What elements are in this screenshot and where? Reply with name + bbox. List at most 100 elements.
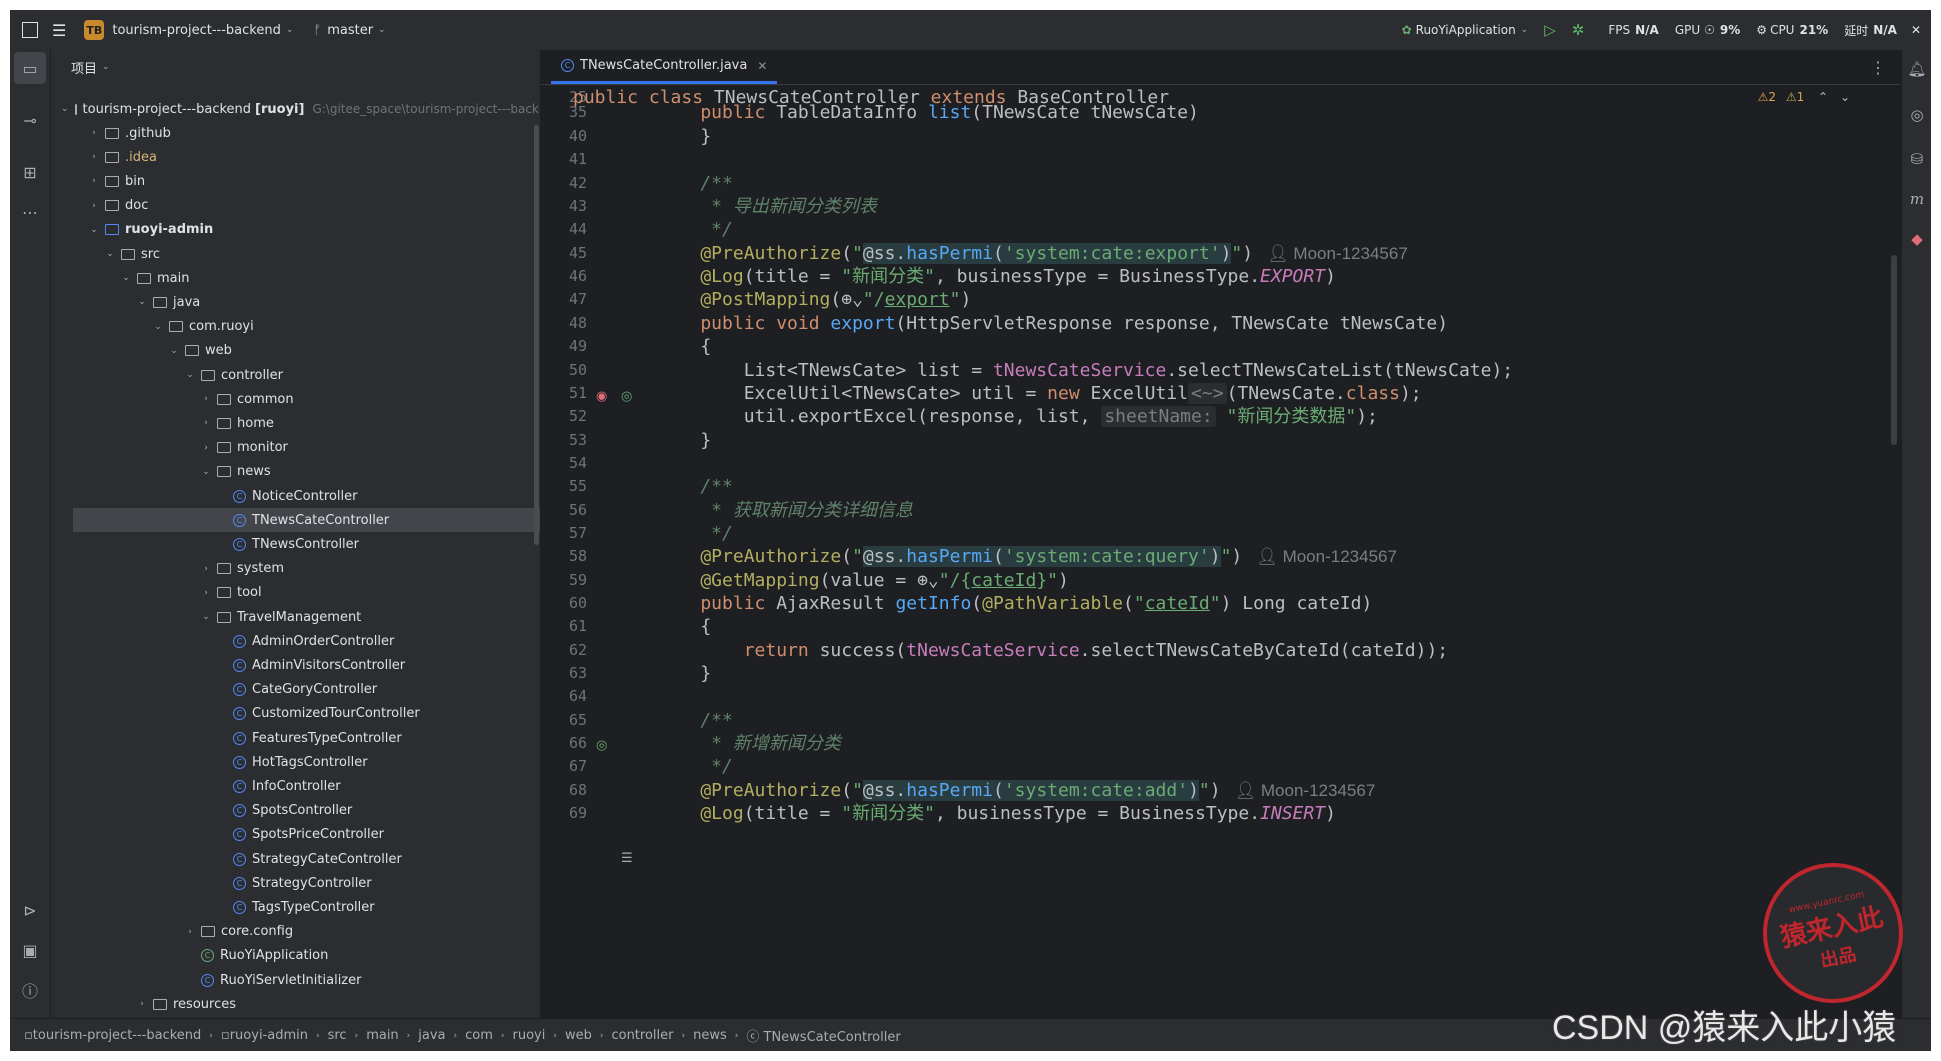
terminal-tool-button[interactable]: ▣ xyxy=(10,934,50,966)
tree-item[interactable]: › monitor xyxy=(51,436,540,460)
breadcrumb-item[interactable]: com xyxy=(465,1028,493,1043)
tree-item[interactable]: › .idea xyxy=(51,145,540,169)
chevron-right-icon[interactable]: › xyxy=(89,128,99,138)
tree-item[interactable]: ⌄ java xyxy=(51,290,540,314)
tree-item[interactable]: C HotTagsController xyxy=(51,750,540,774)
chevron-down-icon[interactable]: ⌄ xyxy=(137,297,147,307)
chevron-down-icon[interactable]: ⌄ xyxy=(121,273,131,283)
tree-item[interactable]: ⌄ main xyxy=(51,266,540,290)
breadcrumb-item[interactable]: src xyxy=(328,1028,347,1043)
tree-item[interactable]: C AdminOrderController xyxy=(51,629,540,653)
chevron-right-icon[interactable]: › xyxy=(201,418,211,428)
tree-item[interactable]: C SpotsController xyxy=(51,799,540,823)
chevron-down-icon[interactable]: ⌄ xyxy=(201,612,211,622)
tree-item[interactable]: › resources xyxy=(51,992,540,1016)
structure-marker-icon[interactable]: ☰ xyxy=(621,851,633,866)
chevron-right-icon[interactable]: › xyxy=(201,588,211,598)
chevron-down-icon[interactable]: ⌄ xyxy=(153,322,163,332)
tree-item[interactable]: C TNewsController xyxy=(51,532,540,556)
structure-tool-button[interactable]: ⊞ xyxy=(10,156,50,188)
chevron-right-icon[interactable]: › xyxy=(201,564,211,574)
breadcrumb-item[interactable]: ⓒ TNewsCateController xyxy=(746,1026,900,1045)
chevron-right-icon[interactable]: › xyxy=(185,927,195,937)
tree-item[interactable]: C StrategyController xyxy=(51,871,540,895)
debug-button[interactable]: ✲ xyxy=(1572,21,1585,39)
tab-tnewscatecontroller[interactable]: C TNewsCateController.java ✕ xyxy=(551,50,778,84)
ai-assistant-icon[interactable]: ◎ xyxy=(1902,106,1931,124)
tree-item[interactable]: ⌄ ruoyi-admin xyxy=(51,218,540,242)
tree-item[interactable]: › tool xyxy=(51,581,540,605)
spring-bean-icon[interactable]: ◎ xyxy=(596,738,607,753)
tree-item[interactable]: C StrategyCateController xyxy=(51,847,540,871)
breadcrumb-item[interactable]: java xyxy=(418,1028,445,1043)
breadcrumb-item[interactable]: ▫ruoyi-admin xyxy=(221,1028,308,1043)
tree-item[interactable]: ⌄ com.ruoyi xyxy=(51,315,540,339)
plugin-icon[interactable]: ◆ xyxy=(1902,230,1931,248)
tree-item[interactable]: C RuoYiServletInitializer xyxy=(51,968,540,992)
more-tools-button[interactable]: ⋯ xyxy=(10,196,50,228)
breadcrumb-item[interactable]: ruoyi xyxy=(513,1028,546,1043)
notifications-icon[interactable]: 🔔︎ xyxy=(1902,60,1931,78)
chevron-down-icon[interactable]: ⌄ xyxy=(169,346,179,356)
tree-item[interactable]: ⌄ controller xyxy=(51,363,540,387)
tree-item[interactable]: › doc xyxy=(51,194,540,218)
run-button[interactable]: ▷ xyxy=(1544,21,1556,39)
branch-selector[interactable]: ᚠ master ⌄ xyxy=(307,10,391,50)
tree-item[interactable]: ⌄ src xyxy=(51,242,540,266)
tab-options-icon[interactable]: ⋮ xyxy=(1870,58,1886,77)
breadcrumb-item[interactable]: news xyxy=(693,1028,727,1043)
tree-item[interactable]: C FeaturesTypeController xyxy=(51,726,540,750)
close-window-button[interactable]: ✕ xyxy=(1911,23,1921,37)
tree-item[interactable]: C NoticeController xyxy=(51,484,540,508)
database-icon[interactable]: ⛁ xyxy=(1902,150,1931,168)
project-selector[interactable]: TB tourism-project---backend ⌄ xyxy=(78,10,299,50)
tree-item[interactable]: C RuoYiApplication xyxy=(51,944,540,968)
spring-bean-icon[interactable]: ◎ xyxy=(621,389,632,404)
project-panel-header[interactable]: 项目 ⌄ xyxy=(51,50,540,84)
close-tab-icon[interactable]: ✕ xyxy=(757,59,767,73)
chevron-right-icon[interactable]: › xyxy=(89,152,99,162)
tree-root[interactable]: ⌄ tourism-project---backend [ruoyi] G:\g… xyxy=(51,97,539,121)
tree-item[interactable]: C TagsTypeController xyxy=(51,895,540,919)
tree-item[interactable]: › home xyxy=(51,411,540,435)
hamburger-icon[interactable]: ☰ xyxy=(52,21,66,40)
maven-icon[interactable]: m xyxy=(1902,190,1931,208)
tree-item[interactable]: C TNewsCateController xyxy=(73,508,540,533)
tree-item[interactable]: › common xyxy=(51,387,540,411)
run-config-selector[interactable]: ✿ RuoYiApplication ⌄ xyxy=(1402,23,1529,37)
chevron-down-icon[interactable]: ⌄ xyxy=(201,467,211,477)
project-tool-button[interactable]: ▭ xyxy=(14,52,46,84)
chevron-right-icon[interactable]: › xyxy=(89,176,99,186)
editor-scrollbar[interactable] xyxy=(1891,255,1897,445)
tree-item[interactable]: ⌄ web xyxy=(51,339,540,363)
breadcrumb-item[interactable]: web xyxy=(565,1028,592,1043)
breadcrumb-item[interactable]: main xyxy=(366,1028,398,1043)
chevron-down-icon[interactable]: ⌄ xyxy=(105,249,115,259)
tree-item[interactable]: › .github xyxy=(51,121,540,145)
breadcrumb-item[interactable]: ▫tourism-project---backend xyxy=(24,1028,201,1043)
services-tool-button[interactable]: ⊳ xyxy=(10,894,50,926)
chevron-right-icon[interactable]: › xyxy=(89,201,99,211)
endpoint-icon[interactable]: ◉ xyxy=(596,389,607,404)
tree-item[interactable]: ⌄ news xyxy=(51,460,540,484)
tree-item[interactable]: › bin xyxy=(51,169,540,193)
chevron-down-icon[interactable]: ⌄ xyxy=(185,370,195,380)
chevron-right-icon[interactable]: › xyxy=(137,999,147,1009)
project-scrollbar[interactable] xyxy=(534,125,539,545)
tree-item[interactable]: C SpotsPriceController xyxy=(51,823,540,847)
code-view[interactable]: public class TNewsCateController extends… xyxy=(541,84,1900,1018)
tree-item[interactable]: C CateGoryController xyxy=(51,678,540,702)
tree-item[interactable]: › system xyxy=(51,557,540,581)
tree-item[interactable]: C CustomizedTourController xyxy=(51,702,540,726)
chevron-right-icon[interactable]: › xyxy=(201,394,211,404)
chevron-down-icon[interactable]: ⌄ xyxy=(89,225,99,235)
main-menu-button[interactable]: ☰ xyxy=(10,10,72,50)
chevron-right-icon[interactable]: › xyxy=(201,443,211,453)
problems-tool-button[interactable]: ⓘ xyxy=(10,974,50,1006)
tree-item[interactable]: C InfoController xyxy=(51,774,540,798)
breadcrumb-item[interactable]: controller xyxy=(611,1028,673,1043)
tree-item[interactable]: › core.config xyxy=(51,920,540,944)
tree-item[interactable]: ⌄ TravelManagement xyxy=(51,605,540,629)
tree-item[interactable]: C AdminVisitorsController xyxy=(51,653,540,677)
commit-tool-button[interactable]: ⊸ xyxy=(10,104,50,136)
